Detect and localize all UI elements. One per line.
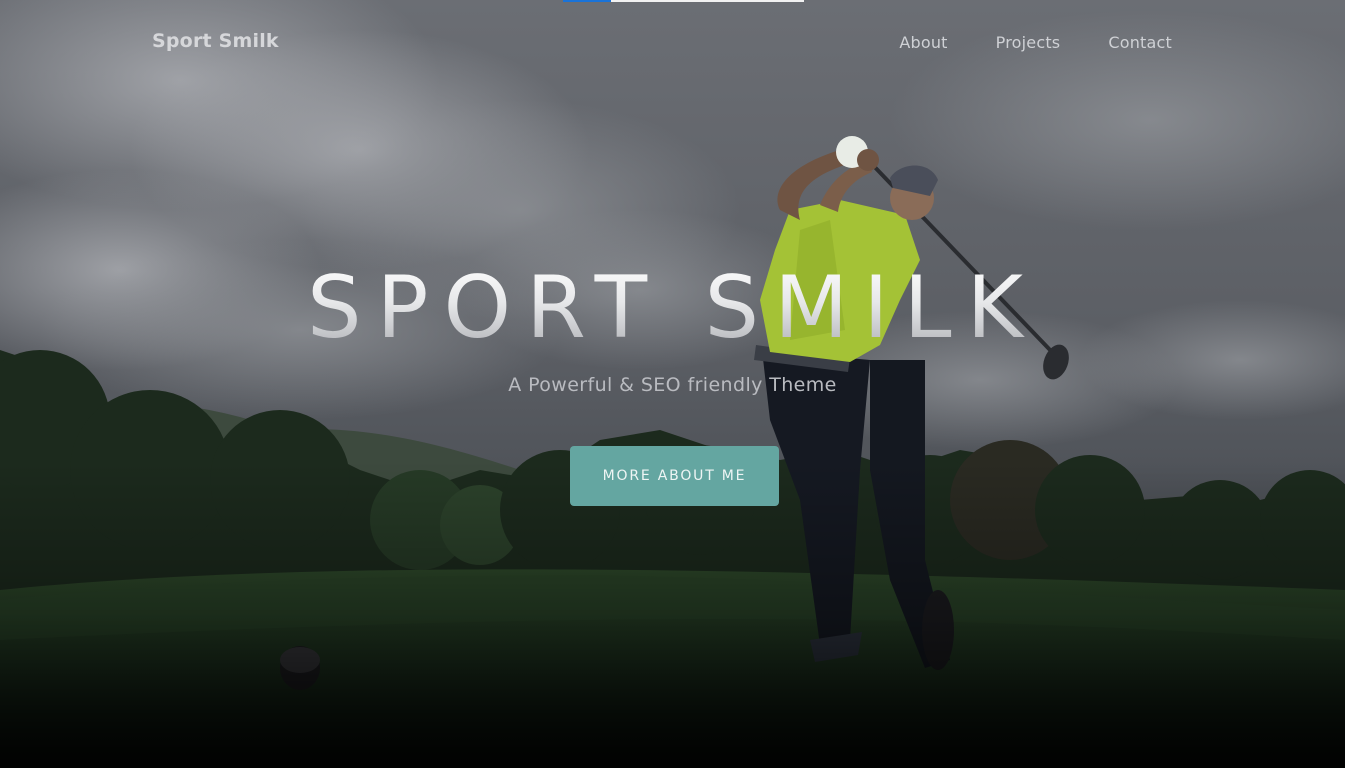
main-nav: About Projects Contact: [899, 33, 1172, 52]
page-load-progress-fill: [563, 0, 612, 2]
nav-link-about[interactable]: About: [899, 33, 947, 52]
brand-logo-link[interactable]: Sport Smilk: [152, 30, 279, 52]
more-about-me-button[interactable]: MORE ABOUT ME: [570, 446, 779, 506]
hero-section: Sport Smilk About Projects Contact SPORT…: [0, 0, 1345, 768]
page-load-progress-bar: [563, 0, 804, 2]
nav-link-projects[interactable]: Projects: [996, 33, 1061, 52]
nav-link-contact[interactable]: Contact: [1108, 33, 1172, 52]
hero-title: SPORT SMILK: [0, 258, 1345, 358]
hero-subtitle: A Powerful & SEO friendly Theme: [508, 374, 837, 396]
